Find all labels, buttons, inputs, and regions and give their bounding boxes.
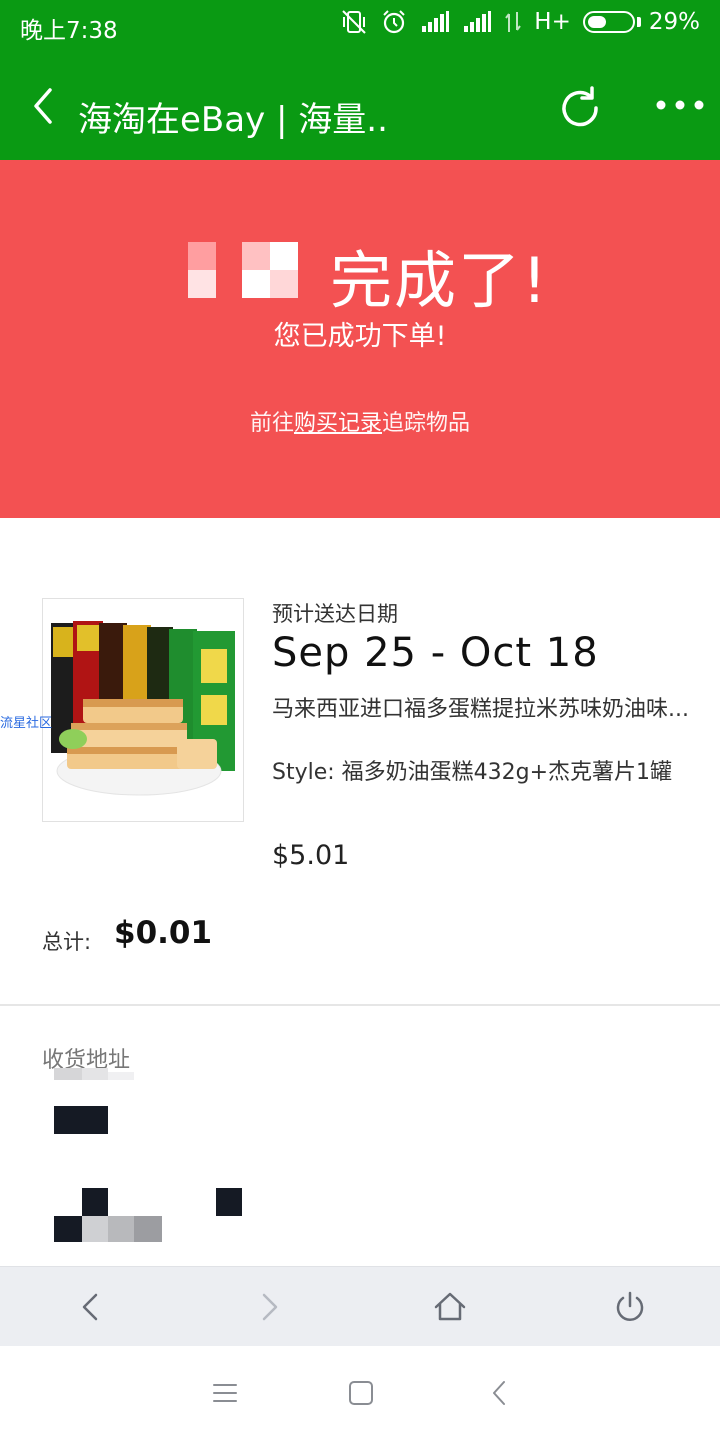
home-icon[interactable] xyxy=(430,1287,470,1327)
item-style: Style: 福多奶油蛋糕432g+杰克薯片1罐 xyxy=(272,760,673,785)
battery-fill xyxy=(587,16,606,28)
battery-indicator: 29% xyxy=(582,9,700,35)
back-icon[interactable] xyxy=(482,1376,516,1410)
total-label: 总计: xyxy=(42,930,92,954)
item-title[interactable]: 马来西亚进口福多蛋糕提拉米苏味奶油味... xyxy=(272,694,692,725)
system-nav-bar xyxy=(0,1346,720,1440)
battery-text: 29% xyxy=(648,9,700,35)
link-prefix: 前往 xyxy=(249,411,294,436)
success-subtitle: 您已成功下单! xyxy=(273,321,447,352)
success-title: 完成了! xyxy=(330,244,549,317)
status-icons: H+ 29% xyxy=(340,8,700,36)
title-bar: 海淘在eBay | 海量.. xyxy=(0,52,720,160)
signal-icon xyxy=(464,11,492,32)
watermark-text: 流星社区 xyxy=(0,716,53,731)
square-icon[interactable] xyxy=(344,1376,378,1410)
product-photo xyxy=(43,599,243,821)
more-dots-icon[interactable] xyxy=(652,90,708,120)
back-arrow-icon[interactable] xyxy=(70,1287,110,1327)
menu-icon[interactable] xyxy=(208,1376,242,1410)
data-arrows-icon xyxy=(505,12,522,32)
delivery-label: 预计送达日期 xyxy=(272,602,398,626)
signal-icon xyxy=(422,11,450,32)
browser-nav-bar xyxy=(0,1266,720,1346)
forward-arrow-icon[interactable] xyxy=(250,1287,290,1327)
vibrate-off-icon xyxy=(342,10,367,34)
product-image[interactable] xyxy=(42,598,244,822)
link-suffix: 追踪物品 xyxy=(382,411,471,436)
refresh-icon[interactable] xyxy=(556,84,606,134)
purchase-history-line: 前往购买记录追踪物品 xyxy=(0,405,720,437)
status-bar: 晚上7:38 H+ 29% xyxy=(0,0,720,52)
network-type: H+ xyxy=(534,9,571,35)
back-chevron-icon[interactable] xyxy=(24,86,64,126)
purchase-history-link[interactable]: 购买记录 xyxy=(294,411,382,436)
alarm-icon xyxy=(383,10,406,34)
status-time: 晚上7:38 xyxy=(20,18,118,44)
order-success-banner: 完成了! 您已成功下单! 前往购买记录追踪物品 xyxy=(0,160,720,518)
section-divider xyxy=(0,1004,720,1006)
battery-icon xyxy=(582,11,635,33)
redacted-name-mosaic xyxy=(188,242,298,298)
total-value: $0.01 xyxy=(114,915,213,951)
power-icon[interactable] xyxy=(610,1287,650,1327)
item-price: $5.01 xyxy=(272,840,350,871)
delivery-date: Sep 25 - Oct 18 xyxy=(272,630,599,676)
page-title: 海淘在eBay | 海量.. xyxy=(78,100,388,140)
